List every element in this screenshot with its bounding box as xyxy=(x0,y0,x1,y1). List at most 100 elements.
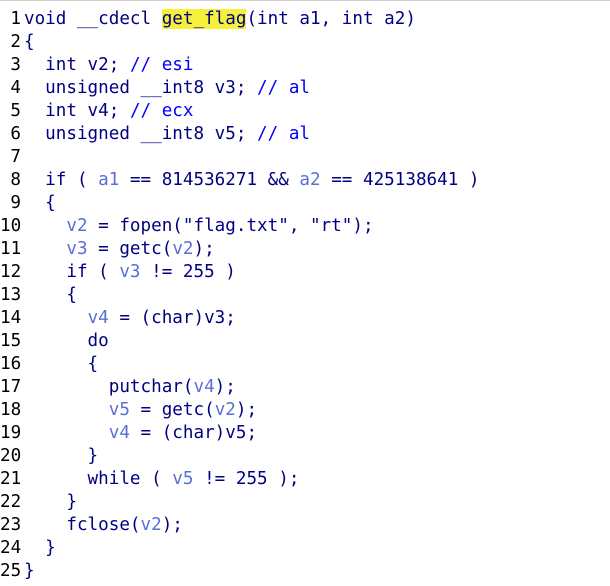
code-line[interactable]: 24 } xyxy=(0,537,610,560)
code-line[interactable]: 3 int v2; // esi xyxy=(0,54,610,77)
code-text[interactable] xyxy=(24,146,610,169)
line-number: 6 xyxy=(10,124,21,144)
code-text[interactable]: do xyxy=(24,330,610,353)
line-number: 4 xyxy=(10,78,21,98)
code-text[interactable]: fclose(v2); xyxy=(24,514,610,537)
code-token: (int a1, int a2) xyxy=(246,9,416,29)
code-text[interactable]: putchar(v4); xyxy=(24,376,610,399)
line-number: 14 xyxy=(0,308,22,328)
highlighted-function-name: get_flag xyxy=(161,9,247,29)
line-number: 17 xyxy=(0,377,22,397)
code-line[interactable]: 9 { xyxy=(0,192,610,215)
code-line[interactable]: 15 do xyxy=(0,330,610,353)
code-text[interactable]: } xyxy=(24,560,610,583)
line-number: 23 xyxy=(0,515,22,535)
code-token: if ( xyxy=(24,262,120,282)
line-number: 19 xyxy=(0,423,22,443)
code-text[interactable]: } xyxy=(24,537,610,560)
code-line[interactable]: 22 } xyxy=(0,491,610,514)
code-text[interactable]: unsigned __int8 v3; // al xyxy=(24,77,610,100)
code-token: } xyxy=(24,538,56,558)
code-text[interactable]: { xyxy=(24,284,610,307)
line-number: 20 xyxy=(0,446,22,466)
code-token: int v2; xyxy=(24,55,130,75)
code-line[interactable]: 16 { xyxy=(0,353,610,376)
code-line[interactable]: 5 int v4; // ecx xyxy=(0,100,610,123)
line-number: 25 xyxy=(0,561,22,581)
code-token: { xyxy=(24,354,99,374)
line-number: 15 xyxy=(0,331,22,351)
code-text[interactable]: if ( a1 == 814536271 && a2 == 425138641 … xyxy=(24,169,610,192)
variable-token: a2 xyxy=(299,170,321,190)
line-number: 9 xyxy=(10,193,21,213)
code-token: } xyxy=(24,492,77,512)
code-line[interactable]: 10 v2 = fopen("flag.txt", "rt"); xyxy=(0,215,610,238)
code-line[interactable]: 8 if ( a1 == 814536271 && a2 == 42513864… xyxy=(0,169,610,192)
code-token: __cdecl xyxy=(66,9,162,29)
code-line[interactable]: 11 v3 = getc(v2); xyxy=(0,238,610,261)
code-token: == 425138641 ) xyxy=(320,170,480,190)
code-text[interactable]: unsigned __int8 v5; // al xyxy=(24,123,610,146)
code-token: { xyxy=(24,193,56,213)
code-token: = fopen("flag.txt", "rt"); xyxy=(87,216,374,236)
line-number: 22 xyxy=(0,492,22,512)
code-token: != 255 ); xyxy=(193,469,300,489)
code-token: = (char)v5; xyxy=(129,423,258,443)
code-line[interactable]: 13 { xyxy=(0,284,610,307)
code-text[interactable]: v3 = getc(v2); xyxy=(24,238,610,261)
code-token: { xyxy=(24,32,35,52)
code-line[interactable]: 20 } xyxy=(0,445,610,468)
code-text[interactable]: { xyxy=(24,192,610,215)
code-token: == 814536271 && xyxy=(119,170,300,190)
code-text[interactable]: { xyxy=(24,31,610,54)
code-token: { xyxy=(24,285,77,305)
code-line[interactable]: 12 if ( v3 != 255 ) xyxy=(0,261,610,284)
code-token: int v4; xyxy=(24,101,130,121)
line-number: 12 xyxy=(0,262,22,282)
code-line[interactable]: 25} xyxy=(0,560,610,583)
comment-token: // ecx xyxy=(129,101,194,121)
code-text[interactable]: v2 = fopen("flag.txt", "rt"); xyxy=(24,215,610,238)
code-line[interactable]: 21 while ( v5 != 255 ); xyxy=(0,468,610,491)
code-text[interactable]: while ( v5 != 255 ); xyxy=(24,468,610,491)
code-text[interactable]: v4 = (char)v3; xyxy=(24,307,610,330)
code-line[interactable]: 14 v4 = (char)v3; xyxy=(0,307,610,330)
pseudocode-view[interactable]: 1 void __cdecl get_flag(int a1, int a2) 2{… xyxy=(0,8,610,583)
code-line[interactable]: 6 unsigned __int8 v5; // al xyxy=(0,123,610,146)
code-text[interactable]: } xyxy=(24,491,610,514)
code-text[interactable]: int v4; // ecx xyxy=(24,100,610,123)
code-text[interactable]: void __cdecl get_flag(int a1, int a2) xyxy=(24,8,610,31)
variable-token: v4 xyxy=(87,308,109,328)
code-line[interactable]: 4 unsigned __int8 v3; // al xyxy=(0,77,610,100)
variable-token: v2 xyxy=(140,515,162,535)
line-number: 7 xyxy=(10,147,21,167)
code-text[interactable]: int v2; // esi xyxy=(24,54,610,77)
code-text[interactable]: } xyxy=(24,445,610,468)
code-token: while ( xyxy=(24,469,173,489)
code-text[interactable]: { xyxy=(24,353,610,376)
code-line[interactable]: 23 fclose(v2); xyxy=(0,514,610,537)
code-line[interactable]: 1 void __cdecl get_flag(int a1, int a2) xyxy=(0,8,610,31)
code-token: ); xyxy=(193,239,215,259)
variable-token: v2 xyxy=(66,216,88,236)
code-line[interactable]: 2{ xyxy=(0,31,610,54)
code-token: if ( xyxy=(24,170,99,190)
code-line[interactable]: 7 xyxy=(0,146,610,169)
code-line[interactable]: 19 v4 = (char)v5; xyxy=(0,422,610,445)
code-text[interactable]: v4 = (char)v5; xyxy=(24,422,610,445)
code-text[interactable]: v5 = getc(v2); xyxy=(24,399,610,422)
comment-token: // al xyxy=(257,78,311,98)
code-line[interactable]: 17 putchar(v4); xyxy=(0,376,610,399)
comment-token: // esi xyxy=(129,55,194,75)
top-border xyxy=(0,0,610,1)
code-line[interactable]: 18 v5 = getc(v2); xyxy=(0,399,610,422)
keyword-token: void xyxy=(24,9,67,29)
code-token: != 255 ) xyxy=(140,262,236,282)
line-number: 2 xyxy=(10,32,21,52)
variable-token: v2 xyxy=(214,400,236,420)
variable-token: a1 xyxy=(98,170,120,190)
code-token: unsigned __int8 v3; xyxy=(24,78,258,98)
code-text[interactable]: if ( v3 != 255 ) xyxy=(24,261,610,284)
